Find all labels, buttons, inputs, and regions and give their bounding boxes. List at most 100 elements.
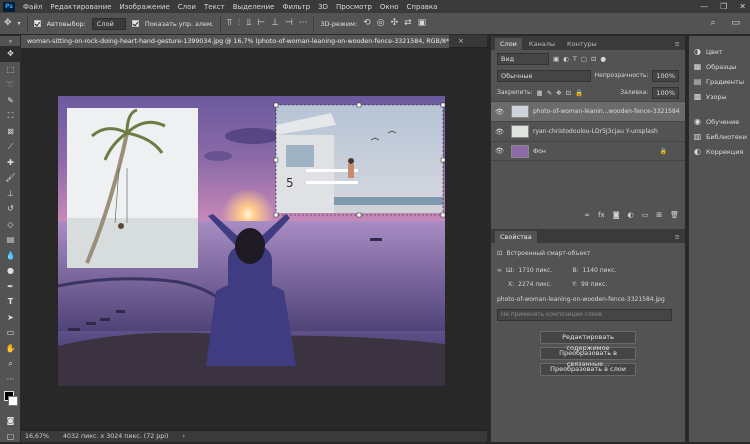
eye-icon[interactable]: 👁: [495, 128, 507, 136]
align-center-icon[interactable]: ⊥: [271, 19, 279, 28]
quick-mask-icon[interactable]: ◙: [0, 413, 21, 429]
menu-image[interactable]: Изображение: [115, 3, 173, 11]
close-button[interactable]: ✕: [739, 2, 746, 11]
blur-tool-icon[interactable]: 💧: [0, 248, 21, 264]
align-bottom-icon[interactable]: ⫫: [246, 19, 251, 28]
pen-tool-icon[interactable]: ✒: [0, 279, 21, 295]
dock-libraries[interactable]: ▥ Библиотеки: [689, 129, 750, 144]
menu-3d[interactable]: 3D: [314, 3, 332, 11]
orbit-3d-icon[interactable]: ⟲: [363, 19, 371, 28]
menu-view[interactable]: Просмотр: [332, 3, 376, 11]
dock-gradients[interactable]: ▤ Градиенты: [689, 74, 750, 89]
menu-filter[interactable]: Фильтр: [278, 3, 314, 11]
dock-patterns[interactable]: ▩ Узоры: [689, 89, 750, 104]
lasso-tool-icon[interactable]: ➰: [0, 77, 21, 93]
menu-type[interactable]: Текст: [200, 3, 229, 11]
marquee-tool-icon[interactable]: ⬚: [0, 62, 21, 78]
frame-tool-icon[interactable]: ⊠: [0, 124, 21, 140]
zoom-level[interactable]: 16,67%: [25, 433, 49, 440]
collapse-icon[interactable]: »: [0, 36, 21, 46]
menu-window[interactable]: Окно: [376, 3, 403, 11]
lock-paint-icon[interactable]: ✎: [547, 89, 552, 97]
roll-3d-icon[interactable]: ◎: [377, 19, 385, 28]
width-value[interactable]: 1710 пикс.: [518, 267, 568, 274]
link-icon[interactable]: ∞: [497, 267, 502, 274]
lock-position-icon[interactable]: ✥: [556, 89, 561, 97]
kind-select[interactable]: Вид: [497, 53, 549, 65]
crop-tool-icon[interactable]: ⛶: [0, 108, 21, 124]
height-value[interactable]: 1140 пикс.: [583, 267, 617, 274]
stamp-tool-icon[interactable]: ⊥: [0, 186, 21, 202]
convert-to-layers-button[interactable]: Преобразовать в слои: [540, 363, 636, 376]
lock-all-icon[interactable]: 🔒: [575, 89, 583, 97]
align-middle-icon[interactable]: ⫶: [238, 19, 240, 28]
document-tab[interactable]: woman-sitting-on-rock-doing-heart-hand-g…: [21, 35, 449, 48]
panel-menu-icon[interactable]: ≡: [670, 231, 685, 243]
camera-3d-icon[interactable]: ▣: [418, 19, 427, 28]
layer-comp-select[interactable]: Не применять композиции слоев: [497, 309, 672, 321]
new-layer-icon[interactable]: ⊞: [656, 211, 662, 219]
filter-pixel-icon[interactable]: ▣: [553, 55, 559, 63]
chevron-down-icon[interactable]: ▾: [18, 19, 21, 28]
shape-tool-icon[interactable]: ▭: [0, 325, 21, 341]
dock-learn[interactable]: ◉ Обучение: [689, 114, 750, 129]
color-swatches[interactable]: [0, 387, 20, 413]
filter-shape-icon[interactable]: ▢: [581, 55, 587, 63]
align-left-icon[interactable]: ⊢: [257, 19, 265, 28]
autoselect-select[interactable]: Слой: [92, 18, 126, 30]
align-right-icon[interactable]: ⊣: [285, 19, 293, 28]
tab-channels[interactable]: Каналы: [524, 38, 560, 50]
more-tools-icon[interactable]: ···: [0, 372, 21, 388]
adjustment-layer-icon[interactable]: ◐: [628, 211, 634, 219]
zoom-tool-icon[interactable]: ⌕: [0, 356, 21, 372]
y-value[interactable]: 99 пикс.: [581, 281, 607, 288]
menu-layer[interactable]: Слои: [174, 3, 200, 11]
quick-select-tool-icon[interactable]: ✎: [0, 93, 21, 109]
x-value[interactable]: 2274 пикс.: [518, 281, 568, 288]
eraser-tool-icon[interactable]: ◇: [0, 217, 21, 233]
filter-smart-icon[interactable]: ⊡: [591, 55, 596, 63]
lock-artboard-icon[interactable]: ⊡: [566, 89, 571, 97]
new-group-icon[interactable]: ▭: [642, 211, 649, 219]
fill-input[interactable]: 100%: [652, 87, 679, 99]
layer-row[interactable]: 👁 ryan-christodoulou-LDr5J3cjau Y-unspla…: [491, 121, 685, 141]
dock-swatches[interactable]: ▦ Образцы: [689, 59, 750, 74]
maximize-button[interactable]: ❐: [720, 2, 727, 11]
autoselect-checkbox[interactable]: [34, 20, 41, 27]
canvas-image[interactable]: 5: [58, 96, 445, 386]
layer-row[interactable]: 👁 photo-of-woman-leanin...wooden-fence-3…: [491, 101, 685, 121]
history-brush-icon[interactable]: ↺: [0, 201, 21, 217]
fx-icon[interactable]: fx: [598, 211, 605, 219]
align-top-icon[interactable]: ⫪: [227, 19, 232, 28]
close-tab-icon[interactable]: ×: [458, 35, 464, 48]
filter-type-icon[interactable]: T: [573, 55, 577, 63]
show-controls-checkbox[interactable]: [132, 20, 139, 27]
layer-row[interactable]: 👁 Фон 🔒: [491, 141, 685, 161]
slide-3d-icon[interactable]: ⇄: [404, 19, 412, 28]
type-tool-icon[interactable]: T: [0, 294, 21, 310]
lock-pixels-icon[interactable]: ▦: [537, 89, 543, 97]
minimize-button[interactable]: —: [700, 2, 708, 11]
panel-menu-icon[interactable]: ≡: [670, 38, 685, 50]
filter-toggle-icon[interactable]: ●: [600, 55, 606, 63]
convert-to-linked-button[interactable]: Преобразовать в связанные...: [540, 347, 636, 360]
dock-color[interactable]: ◑ Цвет: [689, 44, 750, 59]
dodge-tool-icon[interactable]: ●: [0, 263, 21, 279]
gradient-tool-icon[interactable]: ▤: [0, 232, 21, 248]
eye-icon[interactable]: 👁: [495, 108, 507, 116]
workspace-icon[interactable]: ▭: [731, 19, 740, 28]
menu-help[interactable]: Справка: [403, 3, 442, 11]
more-options-icon[interactable]: ···: [299, 19, 308, 28]
search-icon[interactable]: ⌕: [710, 19, 715, 28]
add-mask-icon[interactable]: ◙: [613, 211, 620, 219]
link-layers-icon[interactable]: ∞: [584, 211, 590, 219]
tab-layers[interactable]: Слои: [495, 38, 522, 50]
edit-contents-button[interactable]: Редактировать содержимое: [540, 331, 636, 344]
tab-properties[interactable]: Свойства: [495, 231, 537, 243]
trash-icon[interactable]: 🗑: [670, 211, 679, 219]
move-tool-icon[interactable]: ✥: [4, 19, 12, 28]
brush-tool-icon[interactable]: 🖌: [0, 170, 21, 186]
filter-adjust-icon[interactable]: ◐: [563, 55, 569, 63]
tab-paths[interactable]: Контуры: [562, 38, 602, 50]
blend-mode-select[interactable]: Обычные: [497, 70, 591, 82]
